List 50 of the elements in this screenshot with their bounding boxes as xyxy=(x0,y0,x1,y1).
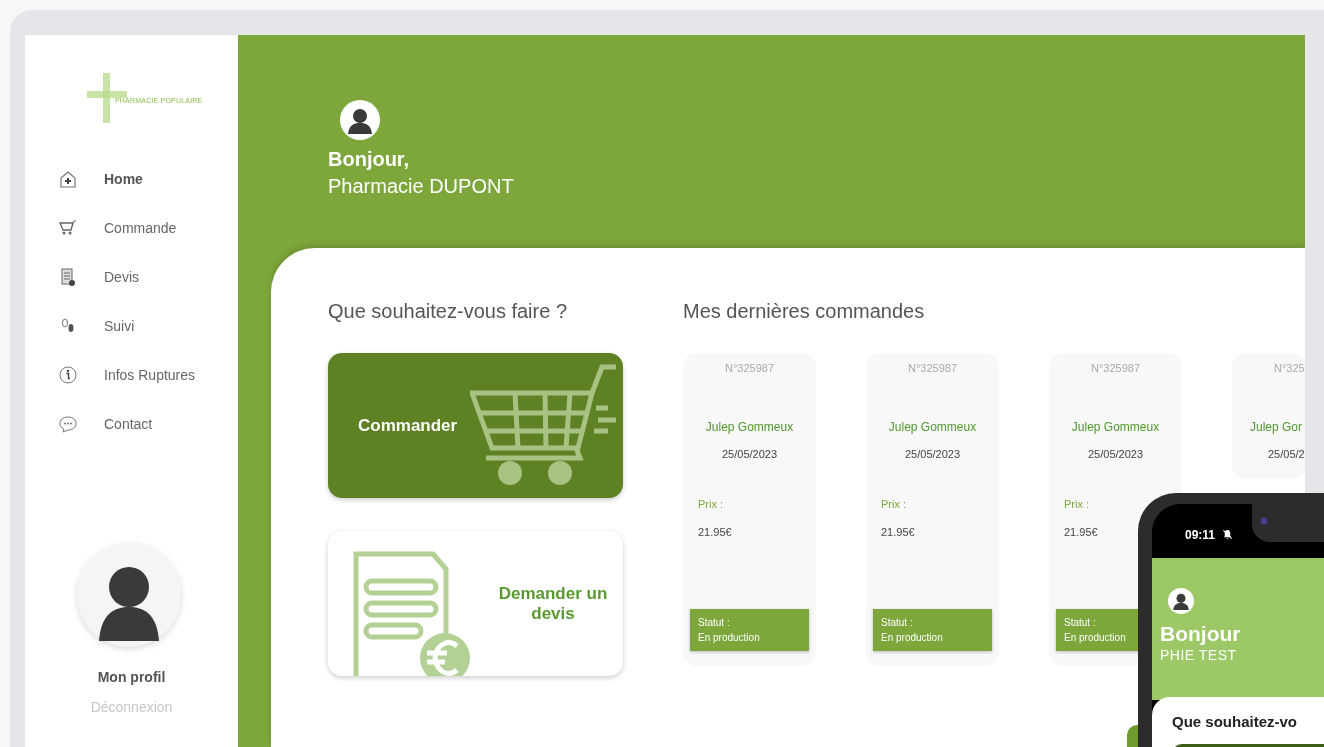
order-number: N°325987 xyxy=(724,362,775,374)
order-number: N°325 xyxy=(1274,362,1305,374)
nav-item[interactable]: Infos Ruptures xyxy=(58,361,238,389)
status-label: Statut : xyxy=(881,616,914,630)
bell-slash-icon xyxy=(1222,529,1233,540)
greeting: Bonjour, xyxy=(328,148,411,171)
info-icon xyxy=(58,365,78,385)
section-title: Mes dernières commandes xyxy=(683,300,926,323)
price-value: 21.95€ xyxy=(1064,526,1098,538)
nav-item[interactable]: Contact xyxy=(58,410,238,438)
order-date: 25/05/2 xyxy=(1268,448,1305,460)
profile-link[interactable]: Mon profil xyxy=(97,669,166,685)
product-name: Julep Gommeux xyxy=(888,420,977,434)
price-label: Prix : xyxy=(698,498,724,510)
avatar-icon xyxy=(1168,588,1194,614)
status-value: En production xyxy=(698,631,761,645)
home-icon xyxy=(58,169,78,189)
price-value: 21.95€ xyxy=(698,526,732,538)
document-icon xyxy=(58,267,78,287)
nav-item[interactable]: Commande xyxy=(58,214,238,242)
avatar-icon xyxy=(340,100,380,140)
user-name: PHIE TEST xyxy=(1160,647,1238,663)
nav-item[interactable]: Devis xyxy=(58,263,238,291)
order-date: 25/05/2023 xyxy=(904,448,961,460)
clock: 09:11 xyxy=(1185,528,1216,542)
camera-icon xyxy=(1260,517,1268,525)
product-name: Julep Gor xyxy=(1250,420,1303,434)
order-button[interactable]: Commander xyxy=(328,353,623,498)
price-label: Prix : xyxy=(881,498,907,510)
product-name: Julep Gommeux xyxy=(1071,420,1160,434)
price-value: 21.95€ xyxy=(881,526,915,538)
section-title: Que souhaitez-vous faire ? xyxy=(328,300,569,323)
nav-item[interactable]: Home xyxy=(58,165,238,193)
invoice-icon xyxy=(353,551,473,676)
nav-item[interactable]: Suivi xyxy=(58,312,238,340)
status-label: Statut : xyxy=(698,616,731,630)
greeting: Bonjour xyxy=(1160,622,1242,646)
order-number: N°325987 xyxy=(1090,362,1141,374)
status-label: Statut : xyxy=(1064,616,1097,630)
status-value: En production xyxy=(881,631,944,645)
order-date: 25/05/2023 xyxy=(1087,448,1144,460)
quote-button[interactable]: Demander un devis xyxy=(328,531,623,676)
order-number: N°325987 xyxy=(907,362,958,374)
chat-icon xyxy=(58,414,78,434)
product-name: Julep Gommeux xyxy=(705,420,794,434)
avatar-icon[interactable] xyxy=(77,543,181,647)
price-label: Prix : xyxy=(1064,498,1090,510)
order-date: 25/05/2023 xyxy=(721,448,778,460)
section-title: Que souhaitez-vo xyxy=(1172,713,1299,730)
user-name: Pharmacie DUPONT xyxy=(328,175,515,198)
